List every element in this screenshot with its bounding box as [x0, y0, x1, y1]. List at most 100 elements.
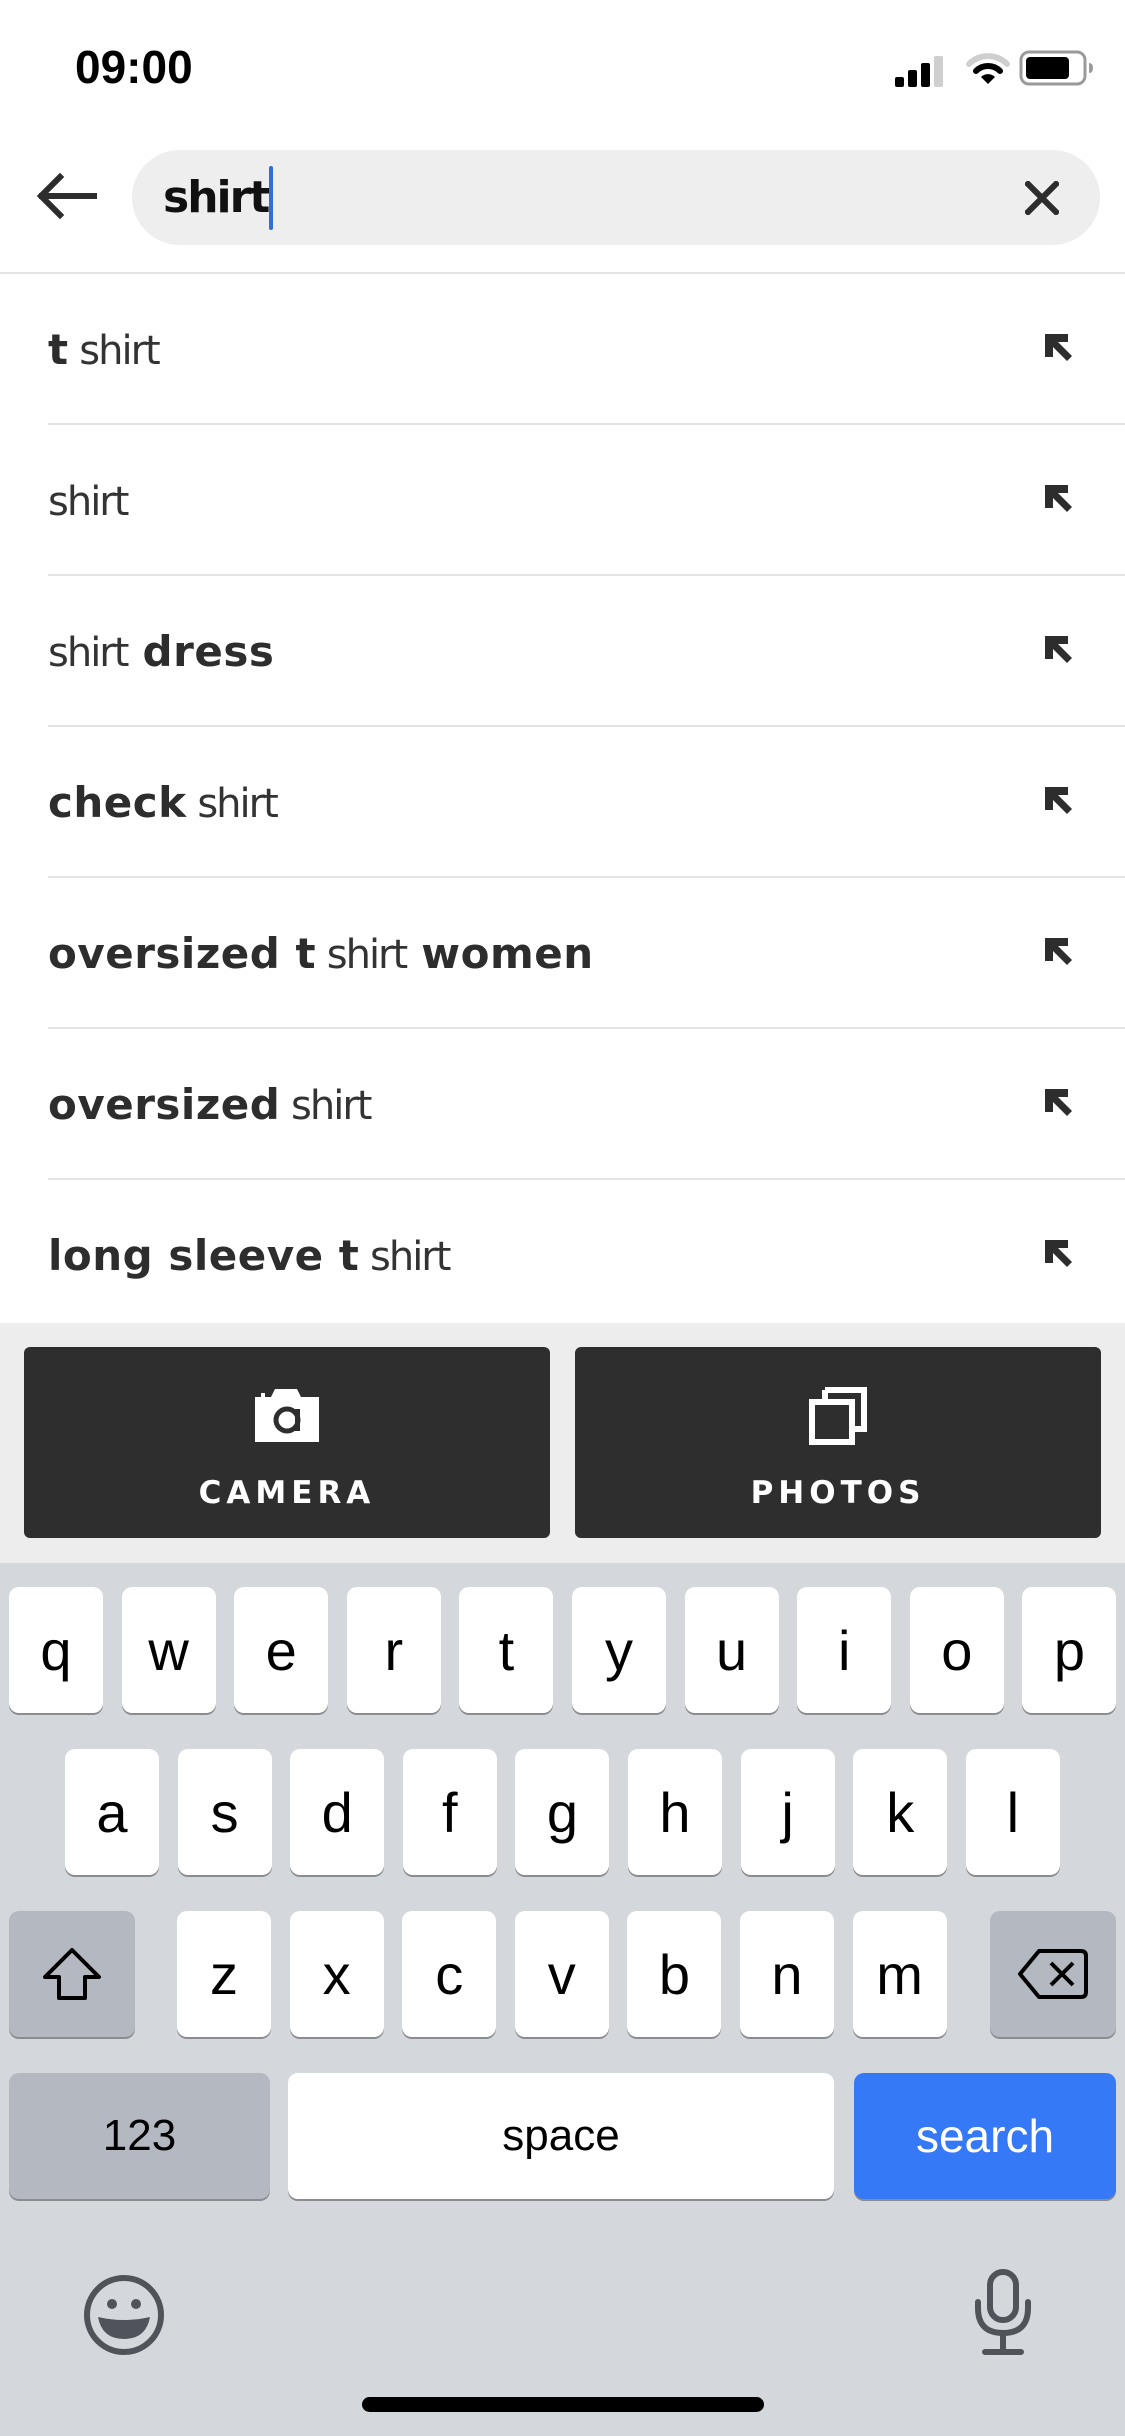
- suggestion-text: long sleeve t shirt: [48, 1180, 451, 1331]
- suggestion-item[interactable]: t shirt: [0, 274, 1125, 425]
- text-caret: [269, 165, 274, 230]
- suggestion-text: shirt dress: [48, 576, 274, 727]
- suggestion-query-match: shirt: [316, 932, 408, 978]
- space-key[interactable]: space: [288, 2073, 834, 2199]
- suggestion-text: check shirt: [48, 727, 279, 878]
- key-y[interactable]: y: [572, 1587, 666, 1713]
- search-bar[interactable]: shirt: [132, 150, 1100, 245]
- suggestion-completion: dress: [127, 627, 275, 676]
- back-button[interactable]: [30, 166, 102, 226]
- key-t[interactable]: t: [459, 1587, 554, 1713]
- search-key[interactable]: search: [854, 2073, 1116, 2199]
- arrow-up-left-icon: [1045, 1240, 1072, 1267]
- key-b[interactable]: b: [627, 1911, 722, 2037]
- search-input[interactable]: shirt: [163, 150, 274, 245]
- status-time: 09:00: [75, 41, 193, 93]
- suggestion-item[interactable]: check shirt: [0, 727, 1125, 878]
- shift-icon: [43, 1948, 101, 2000]
- key-z[interactable]: z: [177, 1911, 271, 2037]
- delete-key[interactable]: [990, 1911, 1116, 2037]
- key-u[interactable]: u: [684, 1587, 779, 1713]
- arrow-up-left-icon: [1045, 1089, 1072, 1116]
- fill-suggestion-button[interactable]: [1040, 1235, 1076, 1271]
- photos-button[interactable]: PHOTOS: [575, 1347, 1101, 1538]
- emoji-icon[interactable]: [82, 2273, 166, 2357]
- key-r[interactable]: r: [346, 1587, 441, 1713]
- suggestion-completion: check: [48, 778, 187, 827]
- key-k[interactable]: k: [853, 1749, 948, 1875]
- suggestion-query-match: shirt: [48, 479, 129, 525]
- suggestion-query-match: shirt: [280, 1083, 372, 1129]
- key-q[interactable]: q: [9, 1587, 103, 1713]
- key-o[interactable]: o: [909, 1587, 1004, 1713]
- camera-button[interactable]: CAMERA: [24, 1347, 550, 1538]
- arrow-up-left-icon: [1045, 485, 1072, 512]
- home-indicator[interactable]: [362, 2397, 764, 2412]
- suggestion-item[interactable]: shirt: [0, 425, 1125, 576]
- clear-search-button[interactable]: [1018, 174, 1066, 222]
- suggestion-query-match: shirt: [186, 781, 278, 827]
- photos-icon: [809, 1387, 867, 1445]
- key-g[interactable]: g: [515, 1749, 610, 1875]
- search-input-value: shirt: [163, 172, 270, 223]
- backspace-icon: [1018, 1949, 1088, 1999]
- wifi-icon: [966, 53, 1010, 84]
- key-j[interactable]: j: [740, 1749, 835, 1875]
- key-x[interactable]: x: [289, 1911, 384, 2037]
- status-icons: [895, 50, 1095, 88]
- key-w[interactable]: w: [121, 1587, 216, 1713]
- suggestion-completion: oversized t: [48, 929, 317, 978]
- camera-icon: [255, 1389, 319, 1442]
- key-c[interactable]: c: [402, 1911, 497, 2037]
- fill-suggestion-button[interactable]: [1040, 1084, 1076, 1120]
- key-f[interactable]: f: [402, 1749, 497, 1875]
- arrow-up-left-icon: [1045, 938, 1072, 965]
- visual-search-bar: CAMERA PHOTOS: [0, 1323, 1125, 1563]
- fill-suggestion-button[interactable]: [1040, 782, 1076, 818]
- suggestion-item[interactable]: long sleeve t shirt: [0, 1180, 1125, 1331]
- suggestion-text: oversized t shirt women: [48, 878, 594, 1029]
- suggestion-completion: oversized: [48, 1080, 281, 1129]
- arrow-up-left-icon: [1045, 787, 1072, 814]
- key-h[interactable]: h: [628, 1749, 722, 1875]
- suggestion-item[interactable]: oversized shirt: [0, 1029, 1125, 1180]
- photos-label: PHOTOS: [750, 1475, 926, 1511]
- signal-bar: [934, 56, 943, 87]
- key-i[interactable]: i: [797, 1587, 892, 1713]
- key-m[interactable]: m: [852, 1911, 947, 2037]
- suggestion-completion: women: [406, 929, 594, 978]
- suggestion-completion: t: [48, 325, 69, 374]
- fill-suggestion-button[interactable]: [1040, 933, 1076, 969]
- suggestion-query-match: shirt: [359, 1234, 451, 1280]
- shift-key[interactable]: [9, 1911, 135, 2037]
- key-v[interactable]: v: [514, 1911, 609, 2037]
- suggestions-list: t shirt shirt shirt dress check shirt oversi…: [0, 274, 1125, 1331]
- signal-bar: [908, 70, 917, 87]
- signal-icon: [895, 56, 943, 87]
- key-p[interactable]: p: [1022, 1587, 1117, 1713]
- close-icon: [1025, 181, 1059, 215]
- suggestion-text: t shirt: [48, 274, 161, 425]
- camera-label: CAMERA: [198, 1475, 376, 1511]
- key-a[interactable]: a: [65, 1749, 159, 1875]
- key-d[interactable]: d: [290, 1749, 385, 1875]
- arrow-up-left-icon: [1045, 636, 1072, 663]
- signal-bar: [895, 77, 904, 87]
- key-e[interactable]: e: [234, 1587, 329, 1713]
- key-s[interactable]: s: [177, 1749, 272, 1875]
- suggestion-query-match: shirt: [68, 328, 160, 374]
- key-n[interactable]: n: [740, 1911, 834, 2037]
- suggestion-item[interactable]: oversized t shirt women: [0, 878, 1125, 1029]
- arrow-up-left-icon: [1045, 334, 1072, 361]
- fill-suggestion-button[interactable]: [1040, 631, 1076, 667]
- numbers-key[interactable]: 123: [9, 2073, 270, 2199]
- microphone-icon[interactable]: [973, 2268, 1033, 2358]
- fill-suggestion-button[interactable]: [1040, 480, 1076, 516]
- suggestion-text: shirt: [48, 425, 129, 576]
- suggestion-item[interactable]: shirt dress: [0, 576, 1125, 727]
- suggestion-text: oversized shirt: [48, 1029, 372, 1180]
- keyboard: 123 space search qwertyuiop asdfghjkl zxcv…: [0, 1563, 1125, 2436]
- fill-suggestion-button[interactable]: [1040, 329, 1076, 365]
- arrow-left-icon: [36, 172, 97, 220]
- key-l[interactable]: l: [965, 1749, 1060, 1875]
